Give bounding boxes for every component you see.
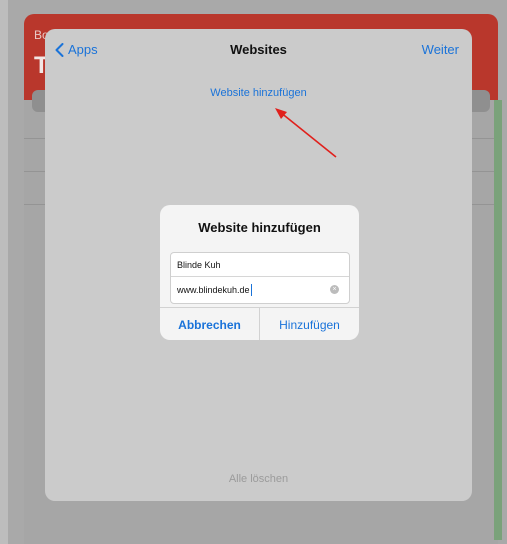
clear-all-button[interactable]: Alle löschen	[45, 473, 472, 485]
page-title: Websites	[230, 42, 287, 57]
background-edge	[0, 0, 8, 544]
annotation-arrow-icon	[275, 108, 337, 158]
cancel-button[interactable]: Abbrechen	[160, 308, 260, 340]
dialog-title: Website hinzufügen	[198, 220, 321, 235]
website-name-value: Blinde Kuh	[177, 259, 221, 270]
clear-text-icon[interactable]: ×	[330, 285, 339, 294]
add-website-dialog: Website hinzufügen Blinde Kuh www.blinde…	[160, 205, 359, 340]
next-button[interactable]: Weiter	[422, 42, 459, 57]
website-name-field[interactable]: Blinde Kuh	[171, 253, 349, 277]
dialog-button-row: Abbrechen Hinzufügen	[160, 307, 359, 340]
add-website-link[interactable]: Website hinzufügen	[45, 87, 472, 99]
text-cursor	[250, 284, 252, 296]
background-green-strip	[494, 100, 502, 540]
website-url-value: www.blindekuh.de	[177, 285, 250, 295]
add-button[interactable]: Hinzufügen	[260, 308, 359, 340]
website-url-field[interactable]: www.blindekuh.de ×	[171, 278, 349, 302]
dialog-fields: Blinde Kuh www.blindekuh.de ×	[170, 252, 350, 304]
